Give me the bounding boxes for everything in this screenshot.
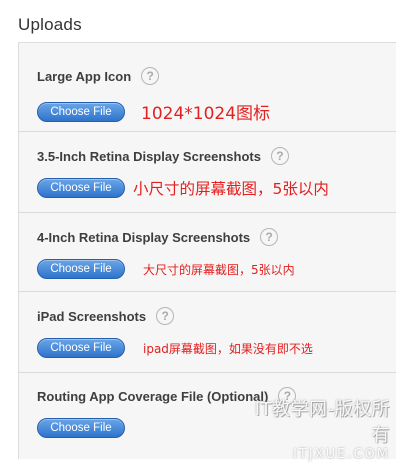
choose-file-button[interactable]: Choose File <box>37 338 125 358</box>
section-4-inch-screenshots: 4-Inch Retina Display Screenshots ? Choo… <box>19 213 396 292</box>
annotation-text: 大尺寸的屏幕截图，5张以内 <box>143 262 295 277</box>
section-large-app-icon: Large App Icon ? Choose File 1024*1024图标 <box>19 43 396 132</box>
section-label: Large App Icon <box>37 68 132 84</box>
uploads-panel: Large App Icon ? Choose File 1024*1024图标… <box>18 42 396 459</box>
page-title: Uploads <box>18 15 82 34</box>
choose-file-button[interactable]: Choose File <box>37 418 125 438</box>
section-3-5-inch-screenshots: 3.5-Inch Retina Display Screenshots ? Ch… <box>19 132 396 213</box>
section-label: 4-Inch Retina Display Screenshots <box>37 229 251 245</box>
help-icon[interactable]: ? <box>260 228 279 246</box>
help-icon[interactable]: ? <box>278 387 297 405</box>
annotation-text: 小尺寸的屏幕截图，5张以内 <box>133 180 329 198</box>
help-icon[interactable]: ? <box>270 147 289 165</box>
help-icon[interactable]: ? <box>141 67 160 85</box>
help-icon[interactable]: ? <box>156 307 175 325</box>
section-routing-app-coverage: Routing App Coverage File (Optional) ? C… <box>19 373 396 459</box>
section-ipad-screenshots: iPad Screenshots ? Choose File ipad屏幕截图，… <box>19 292 396 373</box>
section-label: iPad Screenshots <box>37 308 147 324</box>
annotation-text: ipad屏幕截图，如果没有即不选 <box>143 341 313 356</box>
choose-file-button[interactable]: Choose File <box>37 101 125 122</box>
choose-file-button[interactable]: Choose File <box>37 259 125 279</box>
choose-file-button[interactable]: Choose File <box>37 178 125 198</box>
section-label: 3.5-Inch Retina Display Screenshots <box>37 148 261 164</box>
annotation-text: 1024*1024图标 <box>141 104 271 124</box>
section-label: Routing App Coverage File (Optional) <box>37 388 269 404</box>
